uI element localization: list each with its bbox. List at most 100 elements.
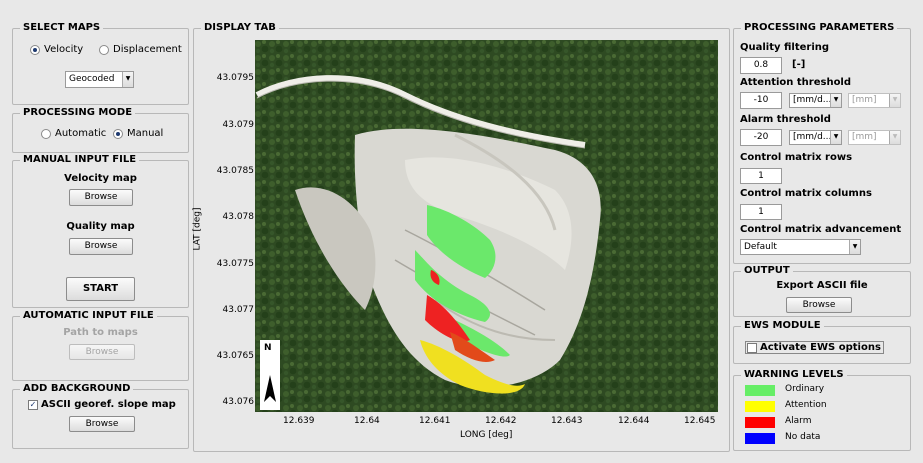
x-tick-label: 12.641 bbox=[419, 416, 451, 426]
displacement-radio-dot[interactable] bbox=[99, 44, 109, 55]
slope-map-checkbox-label: ASCII georef. slope map bbox=[41, 399, 176, 410]
activate-ews-label: Activate EWS options bbox=[760, 342, 881, 353]
displacement-radio-label: Displacement bbox=[113, 44, 182, 55]
output-title: OUTPUT bbox=[741, 265, 793, 277]
start-button[interactable]: START bbox=[66, 277, 135, 301]
attention-disp-unit-value: [mm] bbox=[852, 95, 877, 105]
manual-radio[interactable]: Manual bbox=[113, 128, 163, 139]
attention-swatch bbox=[745, 401, 775, 412]
background-browse-button[interactable]: Browse bbox=[69, 416, 135, 432]
chevron-down-icon[interactable]: ▼ bbox=[889, 94, 900, 107]
check-icon[interactable]: ✓ bbox=[28, 399, 38, 410]
y-tick-label: 43.079 bbox=[222, 120, 255, 130]
processing-mode-title: PROCESSING MODE bbox=[20, 107, 136, 119]
automatic-radio-label: Automatic bbox=[55, 128, 107, 139]
velocity-map-label: Velocity map bbox=[64, 173, 137, 184]
automatic-radio-dot[interactable] bbox=[41, 128, 51, 139]
displacement-radio[interactable]: Displacement bbox=[99, 44, 182, 55]
export-ascii-label: Export ASCII file bbox=[776, 280, 868, 291]
control-matrix-columns-label: Control matrix columns bbox=[740, 188, 872, 199]
output-panel: OUTPUT Export ASCII file Browse bbox=[733, 265, 911, 317]
y-tick-label: 43.0795 bbox=[216, 73, 254, 83]
add-background-panel: ADD BACKGROUND ✓ ASCII georef. slope map… bbox=[12, 383, 189, 449]
control-matrix-rows-input[interactable]: 1 bbox=[740, 168, 782, 184]
select-maps-panel: SELECT MAPS Velocity Displacement Geocod… bbox=[12, 22, 189, 105]
attention-disp-unit-select[interactable]: [mm] ▼ bbox=[848, 93, 901, 108]
ews-module-panel: EWS MODULE Activate EWS options bbox=[733, 320, 911, 364]
add-background-title: ADD BACKGROUND bbox=[20, 383, 134, 395]
attention-threshold-input[interactable]: -10 bbox=[740, 92, 782, 109]
control-matrix-rows-label: Control matrix rows bbox=[740, 152, 853, 163]
export-browse-button[interactable]: Browse bbox=[786, 297, 852, 313]
x-tick-label: 12.645 bbox=[684, 416, 716, 426]
y-tick-label: 43.0785 bbox=[216, 166, 254, 176]
alarm-rate-unit-select[interactable]: [mm/d... ▼ bbox=[789, 130, 842, 145]
x-tick-label: 12.639 bbox=[283, 416, 315, 426]
chevron-down-icon[interactable]: ▼ bbox=[830, 131, 841, 144]
x-tick-label: 12.642 bbox=[485, 416, 517, 426]
alarm-label: Alarm bbox=[785, 416, 812, 426]
x-tick-label: 12.64 bbox=[354, 416, 380, 426]
activate-ews-checkbox[interactable]: Activate EWS options bbox=[745, 341, 884, 354]
chevron-down-icon[interactable]: ▼ bbox=[122, 72, 133, 87]
alarm-disp-unit-value: [mm] bbox=[852, 132, 877, 142]
chevron-down-icon[interactable]: ▼ bbox=[889, 131, 900, 144]
x-axis-label: LONG [deg] bbox=[460, 430, 513, 440]
ews-module-title: EWS MODULE bbox=[741, 320, 824, 332]
checkbox-icon[interactable] bbox=[747, 342, 757, 353]
alarm-swatch bbox=[745, 417, 775, 428]
alarm-threshold-label: Alarm threshold bbox=[740, 114, 831, 125]
y-tick-label: 43.0775 bbox=[216, 259, 254, 269]
x-tick-label: 12.643 bbox=[551, 416, 583, 426]
processing-parameters-panel: PROCESSING PARAMETERS Quality filtering … bbox=[733, 22, 911, 264]
ordinary-swatch bbox=[745, 385, 775, 396]
manual-input-panel: MANUAL INPUT FILE Velocity map Browse Qu… bbox=[12, 154, 189, 308]
map-image[interactable] bbox=[255, 40, 718, 412]
quality-filtering-label: Quality filtering bbox=[740, 42, 830, 53]
manual-radio-label: Manual bbox=[127, 128, 164, 139]
processing-mode-panel: PROCESSING MODE Automatic Manual bbox=[12, 107, 189, 153]
automatic-browse-button[interactable]: Browse bbox=[69, 344, 135, 360]
attention-threshold-label: Attention threshold bbox=[740, 77, 852, 88]
alarm-threshold-input[interactable]: -20 bbox=[740, 129, 782, 146]
quality-unit-label: [-] bbox=[792, 59, 806, 70]
no-data-swatch bbox=[745, 433, 775, 444]
ordinary-label: Ordinary bbox=[785, 384, 825, 394]
alarm-rate-unit-value: [mm/d... bbox=[793, 132, 832, 142]
y-tick-label: 43.077 bbox=[222, 305, 255, 315]
advancement-select-value: Default bbox=[744, 242, 777, 252]
select-maps-title: SELECT MAPS bbox=[20, 22, 104, 34]
warning-levels-title: WARNING LEVELS bbox=[741, 369, 847, 381]
velocity-radio[interactable]: Velocity bbox=[30, 44, 83, 55]
y-axis-label: LAT [deg] bbox=[192, 207, 203, 251]
y-tick-label: 43.076 bbox=[222, 397, 255, 407]
chevron-down-icon[interactable]: ▼ bbox=[830, 94, 841, 107]
velocity-radio-dot[interactable] bbox=[30, 44, 40, 55]
no-data-label: No data bbox=[785, 432, 821, 442]
attention-rate-unit-value: [mm/d... bbox=[793, 95, 832, 105]
alarm-disp-unit-select[interactable]: [mm] ▼ bbox=[848, 130, 901, 145]
attention-rate-unit-select[interactable]: [mm/d... ▼ bbox=[789, 93, 842, 108]
path-to-maps-label: Path to maps bbox=[63, 327, 138, 338]
display-tab-title: DISPLAY TAB bbox=[201, 22, 279, 34]
manual-radio-dot[interactable] bbox=[113, 128, 123, 139]
control-matrix-columns-input[interactable]: 1 bbox=[740, 204, 782, 220]
x-tick-label: 12.644 bbox=[618, 416, 650, 426]
north-label: N bbox=[264, 343, 272, 353]
slope-map-checkbox[interactable]: ✓ ASCII georef. slope map bbox=[28, 399, 176, 410]
y-tick-label: 43.0765 bbox=[216, 351, 254, 361]
velocity-map-browse-button[interactable]: Browse bbox=[69, 189, 133, 206]
chevron-down-icon[interactable]: ▼ bbox=[849, 240, 860, 254]
projection-select[interactable]: Geocoded ▼ bbox=[65, 71, 134, 88]
y-tick-label: 43.078 bbox=[222, 212, 255, 222]
automatic-input-panel: AUTOMATIC INPUT FILE Path to maps Browse bbox=[12, 310, 189, 381]
automatic-radio[interactable]: Automatic bbox=[41, 128, 106, 139]
quality-map-browse-button[interactable]: Browse bbox=[69, 238, 133, 255]
quality-filtering-input[interactable]: 0.8 bbox=[740, 57, 782, 74]
manual-input-title: MANUAL INPUT FILE bbox=[20, 154, 140, 166]
control-matrix-advancement-label: Control matrix advancement bbox=[740, 224, 902, 235]
projection-select-value: Geocoded bbox=[69, 74, 115, 84]
velocity-radio-label: Velocity bbox=[44, 44, 84, 55]
automatic-input-title: AUTOMATIC INPUT FILE bbox=[20, 310, 157, 322]
advancement-select[interactable]: Default ▼ bbox=[740, 239, 861, 255]
